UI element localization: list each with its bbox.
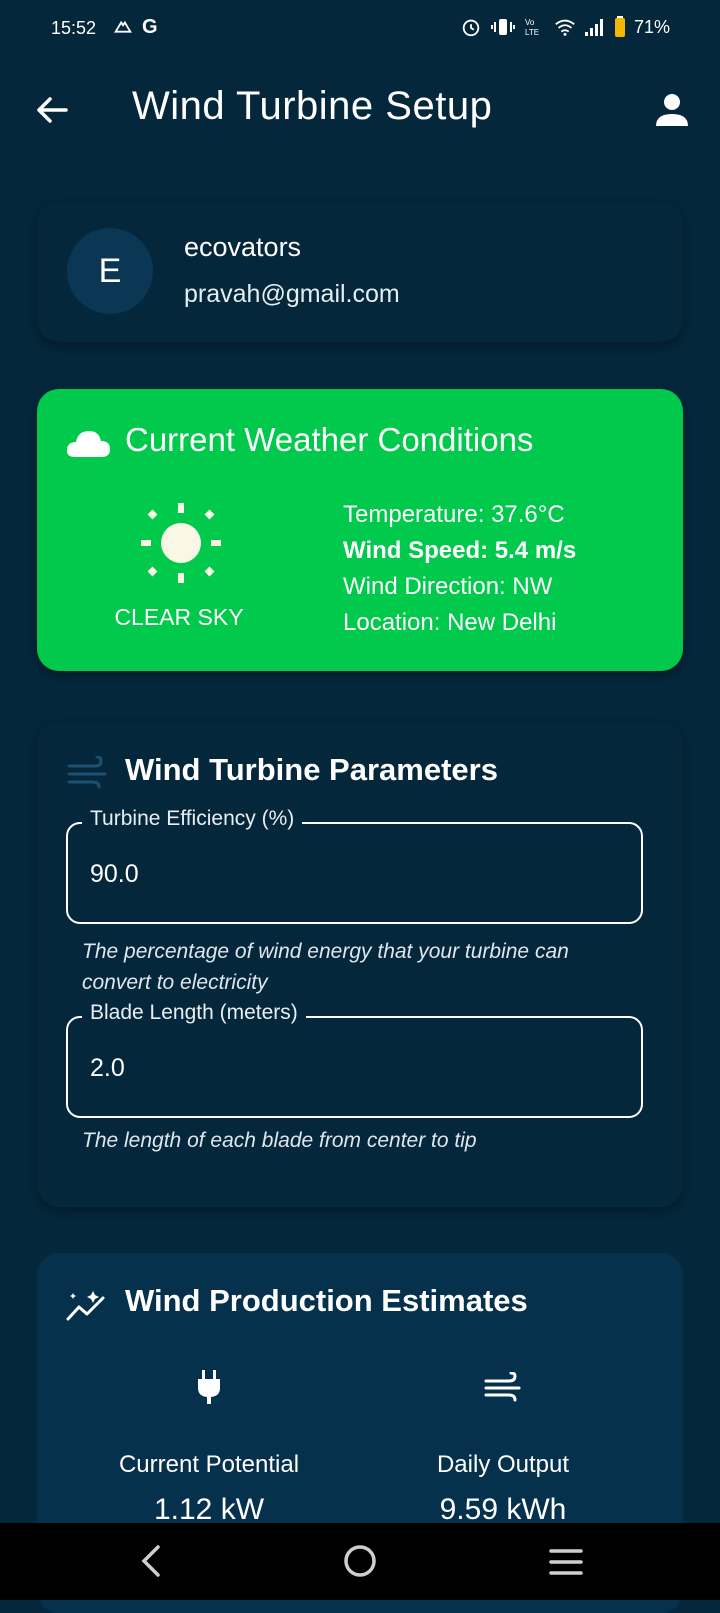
arrow-left-icon (37, 97, 68, 123)
profile-email: pravah@gmail.com (184, 280, 400, 308)
blade-length-field[interactable]: Blade Length (meters) 2.0 (66, 1001, 643, 1118)
vibrate-icon (490, 19, 515, 35)
blade-length-helper: The length of each blade from center to … (82, 1129, 477, 1152)
svg-text:Vo: Vo (525, 18, 535, 27)
location-text: Location: New Delhi (343, 609, 557, 636)
temperature-text: Temperature: 37.6°C (343, 501, 565, 528)
battery-icon (614, 16, 625, 37)
turbine-efficiency-label: Turbine Efficiency (%) (82, 807, 303, 831)
weather-condition: CLEAR SKY (114, 604, 244, 630)
profile-name: ecovators (184, 232, 302, 262)
account-button[interactable] (652, 90, 692, 130)
status-bar: 15:52 G Vo LTE 71% (0, 0, 720, 60)
wind-speed-text: Wind Speed: 5.4 m/s (343, 537, 577, 564)
status-time: 15:52 (51, 18, 97, 38)
daily-output-stat: Daily Output 9.59 kWh (373, 1363, 633, 1527)
weather-title: Current Weather Conditions (125, 421, 534, 458)
page-title: Wind Turbine Setup (132, 84, 493, 128)
back-button[interactable] (30, 88, 74, 132)
cloud-icon (66, 431, 110, 457)
nav-recents-icon[interactable] (548, 1547, 584, 1577)
daily-output-value: 9.59 kWh (439, 1493, 567, 1526)
parameters-title: Wind Turbine Parameters (125, 752, 498, 787)
system-nav-bar (0, 1523, 720, 1600)
profile-card: E ecovators pravah@gmail.com (37, 202, 683, 342)
sun-icon (141, 503, 221, 583)
turbine-parameters-card: Wind Turbine Parameters Turbine Efficien… (37, 722, 683, 1207)
estimates-title: Wind Production Estimates (125, 1283, 528, 1318)
weather-details: Temperature: 37.6°C Wind Speed: 5.4 m/s … (343, 497, 576, 641)
turbine-efficiency-value[interactable]: 90.0 (90, 860, 139, 889)
current-potential-label: Current Potential (118, 1451, 300, 1478)
current-potential-value: 1.12 kW (153, 1493, 265, 1526)
avatar-initial: E (98, 251, 122, 290)
blade-length-value[interactable]: 2.0 (90, 1054, 125, 1083)
wifi-icon (555, 19, 575, 36)
person-icon (656, 94, 688, 126)
battery-percent: 71% (633, 16, 670, 37)
plug-icon (198, 1370, 220, 1404)
weather-card: Current Weather Conditions CLEAR SKY Tem… (37, 389, 683, 671)
google-icon: G (142, 16, 158, 38)
avatar: E (67, 228, 153, 314)
cloud-sync-icon (114, 20, 132, 33)
volte-icon: VoLTE (525, 18, 539, 37)
nav-home-icon[interactable] (340, 1541, 380, 1581)
nav-back-icon[interactable] (136, 1543, 166, 1579)
daily-output-label: Daily Output (436, 1451, 570, 1478)
current-potential-stat: Current Potential 1.12 kW (79, 1363, 339, 1527)
alarm-icon (462, 19, 480, 37)
blade-length-label: Blade Length (meters) (82, 1001, 306, 1025)
svg-text:LTE: LTE (525, 28, 539, 37)
turbine-efficiency-field[interactable]: Turbine Efficiency (%) 90.0 (66, 807, 643, 924)
app-bar: Wind Turbine Setup (0, 70, 720, 154)
wind-icon (484, 1372, 521, 1402)
signal-icon (584, 19, 603, 36)
turbine-efficiency-helper: The percentage of wind energy that your … (82, 940, 569, 994)
trend-sparkle-icon (66, 1291, 105, 1321)
wind-direction-text: Wind Direction: NW (343, 573, 553, 600)
wind-icon (67, 756, 107, 789)
